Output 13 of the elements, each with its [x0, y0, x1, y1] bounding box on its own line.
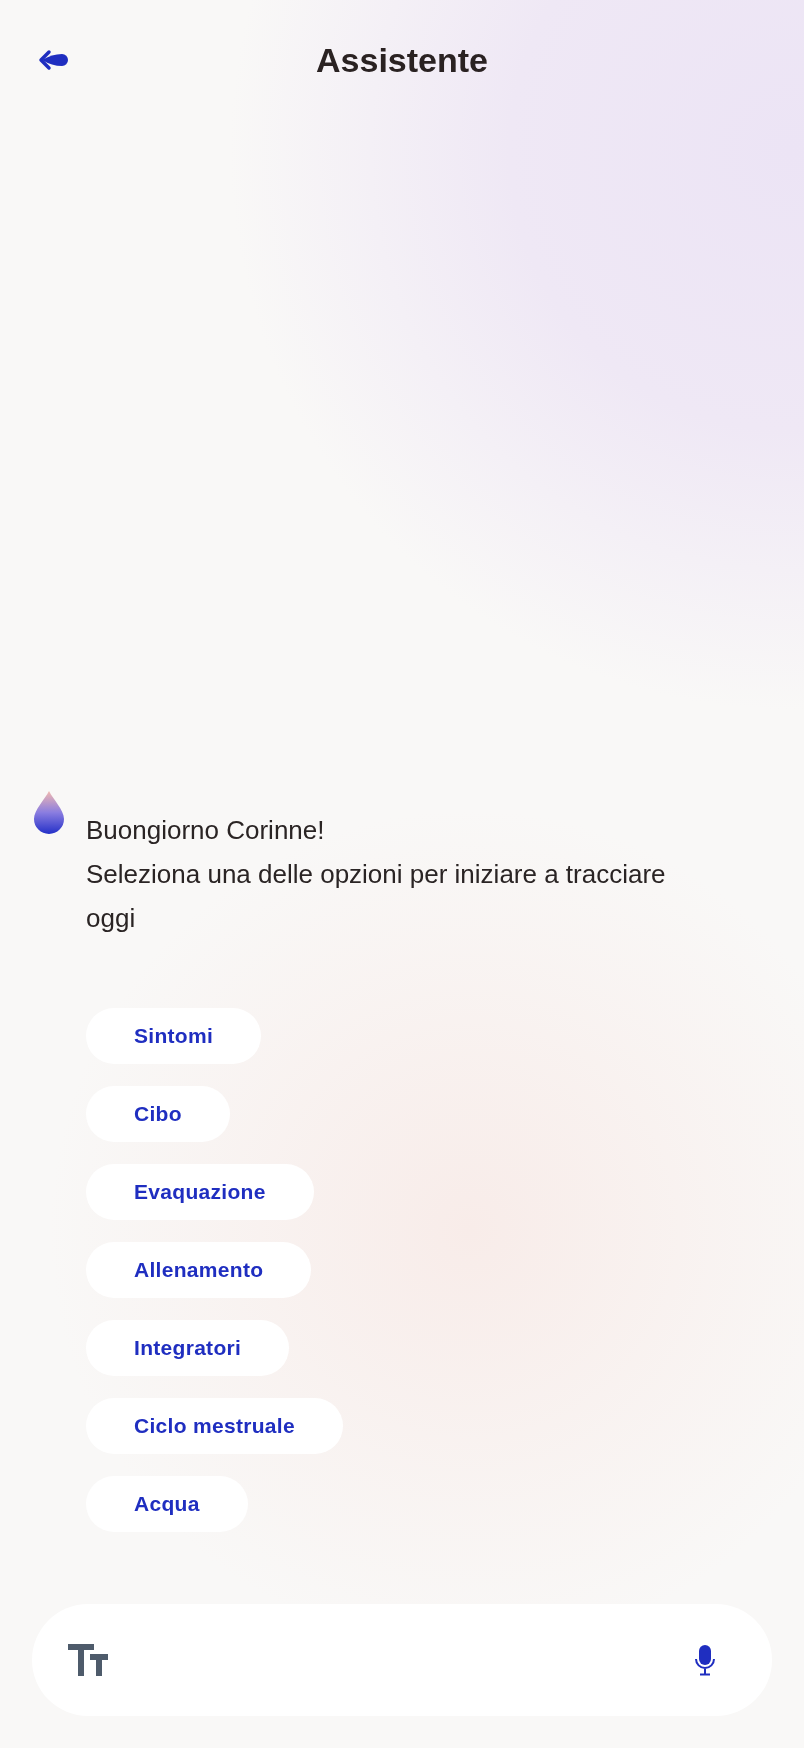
option-chip[interactable]: Acqua [86, 1476, 248, 1532]
prompt-text: Seleziona una delle opzioni per iniziare a tracciare oggi [86, 858, 666, 935]
option-chip[interactable]: Evaquazione [86, 1164, 314, 1220]
greeting-text: Buongiorno Corinne! [86, 814, 326, 847]
drop-icon [33, 790, 65, 834]
page-title: Assistente [316, 40, 488, 80]
option-chip[interactable]: Allenamento [86, 1242, 312, 1298]
option-chip[interactable]: Ciclo mestruale [86, 1398, 343, 1454]
option-chip[interactable]: Integratori [86, 1320, 290, 1376]
text-size-icon [68, 1643, 110, 1677]
option-chip[interactable]: Sintomi [86, 1008, 262, 1064]
option-chip[interactable]: Cibo [86, 1086, 230, 1142]
microphone-icon[interactable] [694, 1644, 716, 1676]
